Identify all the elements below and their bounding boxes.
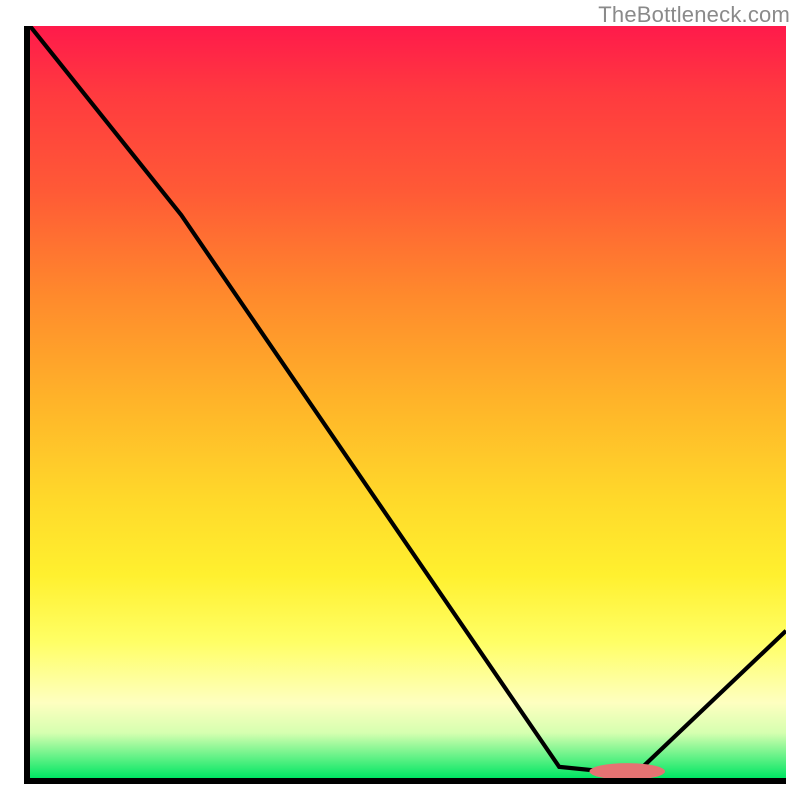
plot-area bbox=[24, 26, 786, 784]
chart-container: TheBottleneck.com bbox=[0, 0, 800, 800]
watermark-text: TheBottleneck.com bbox=[598, 2, 790, 28]
min-marker bbox=[30, 26, 786, 782]
